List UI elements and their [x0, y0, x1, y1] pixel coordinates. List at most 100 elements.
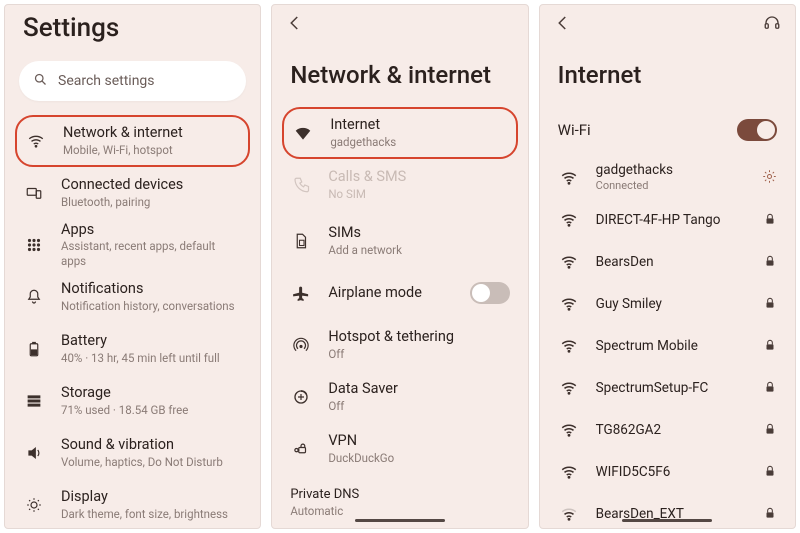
- lock-icon: [763, 253, 777, 272]
- wifi-network-list: gadgethacks Connected DIRECT-4F-HP Tango…: [540, 157, 795, 528]
- item-subtitle: Off: [328, 347, 493, 362]
- wifi-label: Wi-Fi: [558, 121, 591, 139]
- network-name: TG862GA2: [596, 422, 747, 438]
- network-name: WIFID5C5F6: [596, 464, 747, 480]
- datasaver-icon: [290, 388, 312, 406]
- vpn-icon: [290, 440, 312, 458]
- item-subtitle: DuckDuckGo: [328, 451, 493, 466]
- sound-icon: [23, 444, 45, 462]
- item-subtitle: Notification history, conversations: [61, 299, 242, 314]
- wifi-toggle[interactable]: [737, 119, 777, 141]
- wifi-network-tg862ga2[interactable]: TG862GA2: [540, 409, 795, 451]
- lock-icon: [763, 295, 777, 314]
- item-title: Hotspot & tethering: [328, 328, 493, 345]
- item-title: Sound & vibration: [61, 436, 242, 453]
- network-name: DIRECT-4F-HP Tango: [596, 212, 747, 228]
- search-icon: [33, 72, 48, 91]
- toggle[interactable]: [470, 282, 510, 304]
- item-title: Internet: [330, 116, 491, 133]
- headset-icon[interactable]: [763, 14, 781, 36]
- item-subtitle: 40% · 13 hr, 45 min left until full: [61, 351, 242, 366]
- wifi-icon: [25, 132, 47, 150]
- section-adaptive-connectivity[interactable]: Adaptive connectivity: [272, 527, 527, 528]
- page-title: Settings: [5, 5, 260, 61]
- network-item-airplane-mode[interactable]: Airplane mode: [272, 267, 527, 319]
- back-icon[interactable]: [554, 14, 572, 36]
- item-title: Display: [61, 488, 242, 505]
- item-subtitle: 71% used · 18.54 GB free: [61, 403, 242, 418]
- network-item-sims[interactable]: SIMs Add a network: [272, 215, 527, 267]
- gear-icon[interactable]: [762, 169, 777, 188]
- wifi-network-spectrumsetup-fc[interactable]: SpectrumSetup-FC: [540, 367, 795, 409]
- item-title: Storage: [61, 384, 242, 401]
- battery-icon: [23, 340, 45, 358]
- settings-item-sound-vibration[interactable]: Sound & vibration Volume, haptics, Do No…: [5, 427, 260, 479]
- wifi-signal-icon: [558, 421, 580, 439]
- settings-item-storage[interactable]: Storage 71% used · 18.54 GB free: [5, 375, 260, 427]
- section-private-dns[interactable]: Private DNS Automatic: [272, 479, 527, 523]
- item-subtitle: Volume, haptics, Do Not Disturb: [61, 455, 242, 470]
- wifi-signal-icon: [558, 463, 580, 481]
- item-subtitle: No SIM: [328, 187, 493, 202]
- scroll-indicator: [622, 519, 712, 522]
- settings-item-notifications[interactable]: Notifications Notification history, conv…: [5, 271, 260, 323]
- topbar: [540, 5, 795, 45]
- item-title: Airplane mode: [328, 284, 453, 301]
- settings-list: Network & internet Mobile, Wi-Fi, hotspo…: [5, 115, 260, 528]
- topbar: [272, 5, 527, 45]
- settings-item-connected-devices[interactable]: Connected devices Bluetooth, pairing: [5, 167, 260, 219]
- item-subtitle: Assistant, recent apps, default apps: [61, 239, 242, 269]
- network-item-hotspot-tethering[interactable]: Hotspot & tethering Off: [272, 319, 527, 371]
- search-placeholder: Search settings: [58, 73, 155, 89]
- devices-icon: [23, 184, 45, 202]
- search-settings[interactable]: Search settings: [19, 61, 246, 101]
- lock-icon: [763, 463, 777, 482]
- display-icon: [23, 496, 45, 514]
- network-item-internet[interactable]: Internet gadgethacks: [282, 107, 517, 159]
- item-title: Battery: [61, 332, 242, 349]
- lock-icon: [763, 379, 777, 398]
- wifi-solid-icon: [292, 124, 314, 142]
- wifi-signal-icon: [558, 505, 580, 523]
- item-title: Network & internet: [63, 124, 240, 141]
- item-title: Calls & SMS: [328, 168, 493, 185]
- settings-item-apps[interactable]: Apps Assistant, recent apps, default app…: [5, 219, 260, 271]
- settings-screen: Settings Search settings Network & inter…: [4, 4, 261, 529]
- settings-item-battery[interactable]: Battery 40% · 13 hr, 45 min left until f…: [5, 323, 260, 375]
- scroll-indicator: [355, 519, 445, 522]
- lock-icon: [763, 211, 777, 230]
- wifi-master-toggle-row[interactable]: Wi-Fi: [540, 107, 795, 157]
- wifi-signal-icon: [558, 253, 580, 271]
- wifi-signal-icon: [558, 295, 580, 313]
- wifi-network-bearsden[interactable]: BearsDen: [540, 241, 795, 283]
- network-name: BearsDen: [596, 254, 747, 270]
- page-title: Network & internet: [272, 45, 527, 107]
- lock-icon: [763, 337, 777, 356]
- wifi-network-bearsden-ext[interactable]: BearsDen_EXT: [540, 493, 795, 528]
- settings-item-display[interactable]: Display Dark theme, font size, brightnes…: [5, 479, 260, 528]
- item-subtitle: gadgethacks: [330, 135, 491, 150]
- network-item-data-saver[interactable]: Data Saver Off: [272, 371, 527, 423]
- back-icon[interactable]: [286, 14, 304, 36]
- wifi-network-wifid5c5f6[interactable]: WIFID5C5F6: [540, 451, 795, 493]
- wifi-signal-icon: [558, 379, 580, 397]
- network-status: Connected: [596, 179, 746, 193]
- item-subtitle: Dark theme, font size, brightness: [61, 507, 242, 522]
- item-subtitle: Automatic: [290, 504, 509, 519]
- network-name: gadgethacks: [596, 162, 746, 178]
- network-name: Guy Smiley: [596, 296, 747, 312]
- item-subtitle: Off: [328, 399, 493, 414]
- wifi-network-guy-smiley[interactable]: Guy Smiley: [540, 283, 795, 325]
- settings-item-network-internet[interactable]: Network & internet Mobile, Wi-Fi, hotspo…: [15, 115, 250, 167]
- wifi-network-direct-4f-hp-tango[interactable]: DIRECT-4F-HP Tango: [540, 199, 795, 241]
- wifi-signal-icon: [558, 169, 580, 187]
- item-title: Private DNS: [290, 487, 509, 503]
- item-title: Apps: [61, 221, 242, 238]
- item-title: Notifications: [61, 280, 242, 297]
- network-name: SpectrumSetup-FC: [596, 380, 747, 396]
- item-subtitle: Mobile, Wi-Fi, hotspot: [63, 143, 240, 158]
- network-item-vpn[interactable]: VPN DuckDuckGo: [272, 423, 527, 475]
- wifi-network-spectrum-mobile[interactable]: Spectrum Mobile: [540, 325, 795, 367]
- bell-icon: [23, 288, 45, 306]
- wifi-network-gadgethacks[interactable]: gadgethacks Connected: [540, 157, 795, 199]
